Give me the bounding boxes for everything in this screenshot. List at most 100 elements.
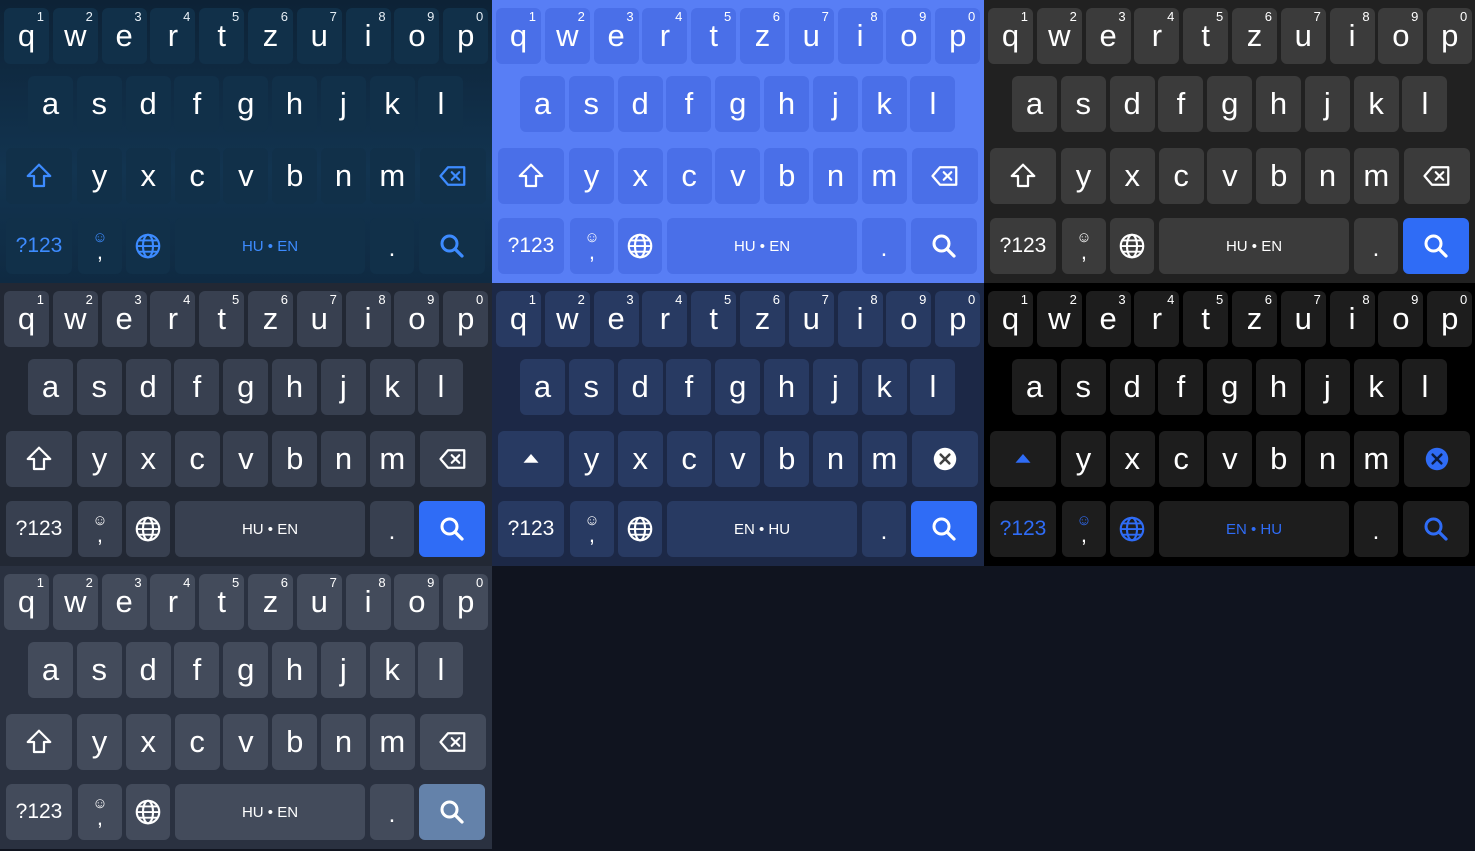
search-action-key[interactable] <box>911 501 977 557</box>
key-d[interactable]: d <box>125 76 171 132</box>
key-s[interactable]: s <box>568 359 614 415</box>
period-key[interactable]: . <box>1354 501 1398 557</box>
key-m[interactable]: m <box>369 714 415 770</box>
key-u[interactable]: u7 <box>788 291 834 347</box>
key-j[interactable]: j <box>812 76 858 132</box>
key-i[interactable]: i8 <box>1329 8 1375 64</box>
key-d[interactable]: d <box>617 76 663 132</box>
key-q[interactable]: q1 <box>4 291 49 347</box>
key-m[interactable]: m <box>369 148 415 204</box>
key-n[interactable]: n <box>1305 148 1350 204</box>
shift-key[interactable] <box>6 714 72 770</box>
language-switch-key[interactable] <box>1110 218 1154 274</box>
key-t[interactable]: t5 <box>1183 291 1229 347</box>
symbols-key[interactable]: ?123 <box>990 218 1056 274</box>
emoji-comma-key[interactable]: ☺, <box>78 784 122 840</box>
key-u[interactable]: u7 <box>1280 291 1326 347</box>
key-z[interactable]: z6 <box>248 574 293 630</box>
key-w[interactable]: w2 <box>52 574 98 630</box>
key-g[interactable]: g <box>1207 76 1253 132</box>
backspace-key[interactable] <box>1404 148 1470 204</box>
key-p[interactable]: p0 <box>935 291 981 347</box>
key-f[interactable]: f <box>174 76 220 132</box>
period-key[interactable]: . <box>370 218 414 274</box>
backspace-key[interactable] <box>420 148 486 204</box>
key-k[interactable]: k <box>861 76 907 132</box>
symbols-key[interactable]: ?123 <box>498 218 564 274</box>
emoji-comma-key[interactable]: ☺, <box>78 501 122 557</box>
key-k[interactable]: k <box>369 359 415 415</box>
key-u[interactable]: u7 <box>296 291 342 347</box>
backspace-key[interactable] <box>1404 431 1470 487</box>
key-r[interactable]: r4 <box>642 8 688 64</box>
key-f[interactable]: f <box>666 76 712 132</box>
key-n[interactable]: n <box>1305 431 1350 487</box>
key-l[interactable]: l <box>910 76 956 132</box>
key-a[interactable]: a <box>1012 359 1057 415</box>
shift-key[interactable] <box>990 431 1056 487</box>
key-x[interactable]: x <box>1109 431 1155 487</box>
key-z[interactable]: z6 <box>1232 291 1277 347</box>
key-d[interactable]: d <box>1109 76 1155 132</box>
key-x[interactable]: x <box>125 714 171 770</box>
key-f[interactable]: f <box>1158 76 1204 132</box>
search-action-key[interactable] <box>1403 501 1469 557</box>
backspace-key[interactable] <box>420 431 486 487</box>
key-o[interactable]: o9 <box>1378 291 1424 347</box>
key-e[interactable]: e3 <box>1085 8 1131 64</box>
shift-key[interactable] <box>6 148 72 204</box>
key-w[interactable]: w2 <box>544 8 590 64</box>
key-y[interactable]: y <box>77 431 122 487</box>
key-q[interactable]: q1 <box>988 291 1033 347</box>
key-q[interactable]: q1 <box>988 8 1033 64</box>
key-d[interactable]: d <box>125 359 171 415</box>
key-b[interactable]: b <box>1256 431 1302 487</box>
key-b[interactable]: b <box>272 148 318 204</box>
language-switch-key[interactable] <box>126 784 170 840</box>
key-z[interactable]: z6 <box>740 291 785 347</box>
key-i[interactable]: i8 <box>837 291 883 347</box>
key-v[interactable]: v <box>1207 431 1253 487</box>
symbols-key[interactable]: ?123 <box>498 501 564 557</box>
key-s[interactable]: s <box>1060 359 1106 415</box>
language-switch-key[interactable] <box>618 501 662 557</box>
key-m[interactable]: m <box>369 431 415 487</box>
key-w[interactable]: w2 <box>52 8 98 64</box>
key-c[interactable]: c <box>174 148 220 204</box>
key-o[interactable]: o9 <box>886 291 932 347</box>
key-v[interactable]: v <box>715 148 761 204</box>
key-b[interactable]: b <box>764 148 810 204</box>
key-x[interactable]: x <box>125 431 171 487</box>
key-p[interactable]: p0 <box>1427 291 1473 347</box>
key-b[interactable]: b <box>1256 148 1302 204</box>
key-p[interactable]: p0 <box>1427 8 1473 64</box>
key-g[interactable]: g <box>715 76 761 132</box>
key-n[interactable]: n <box>813 148 858 204</box>
key-y[interactable]: y <box>1061 431 1106 487</box>
search-action-key[interactable] <box>1403 218 1469 274</box>
key-s[interactable]: s <box>76 76 122 132</box>
key-g[interactable]: g <box>223 359 269 415</box>
key-l[interactable]: l <box>418 642 464 698</box>
key-q[interactable]: q1 <box>496 8 541 64</box>
key-c[interactable]: c <box>1158 148 1204 204</box>
shift-key[interactable] <box>6 431 72 487</box>
key-o[interactable]: o9 <box>886 8 932 64</box>
key-f[interactable]: f <box>174 642 220 698</box>
key-v[interactable]: v <box>223 431 269 487</box>
backspace-key[interactable] <box>912 148 978 204</box>
key-w[interactable]: w2 <box>52 291 98 347</box>
backspace-key[interactable] <box>912 431 978 487</box>
key-c[interactable]: c <box>666 148 712 204</box>
period-key[interactable]: . <box>370 501 414 557</box>
key-d[interactable]: d <box>1109 359 1155 415</box>
shift-key[interactable] <box>990 148 1056 204</box>
key-f[interactable]: f <box>1158 359 1204 415</box>
key-g[interactable]: g <box>223 76 269 132</box>
search-action-key[interactable] <box>419 501 485 557</box>
key-l[interactable]: l <box>418 76 464 132</box>
key-v[interactable]: v <box>223 714 269 770</box>
key-x[interactable]: x <box>617 148 663 204</box>
key-r[interactable]: r4 <box>150 574 196 630</box>
space-key[interactable]: EN • HU <box>667 501 857 557</box>
